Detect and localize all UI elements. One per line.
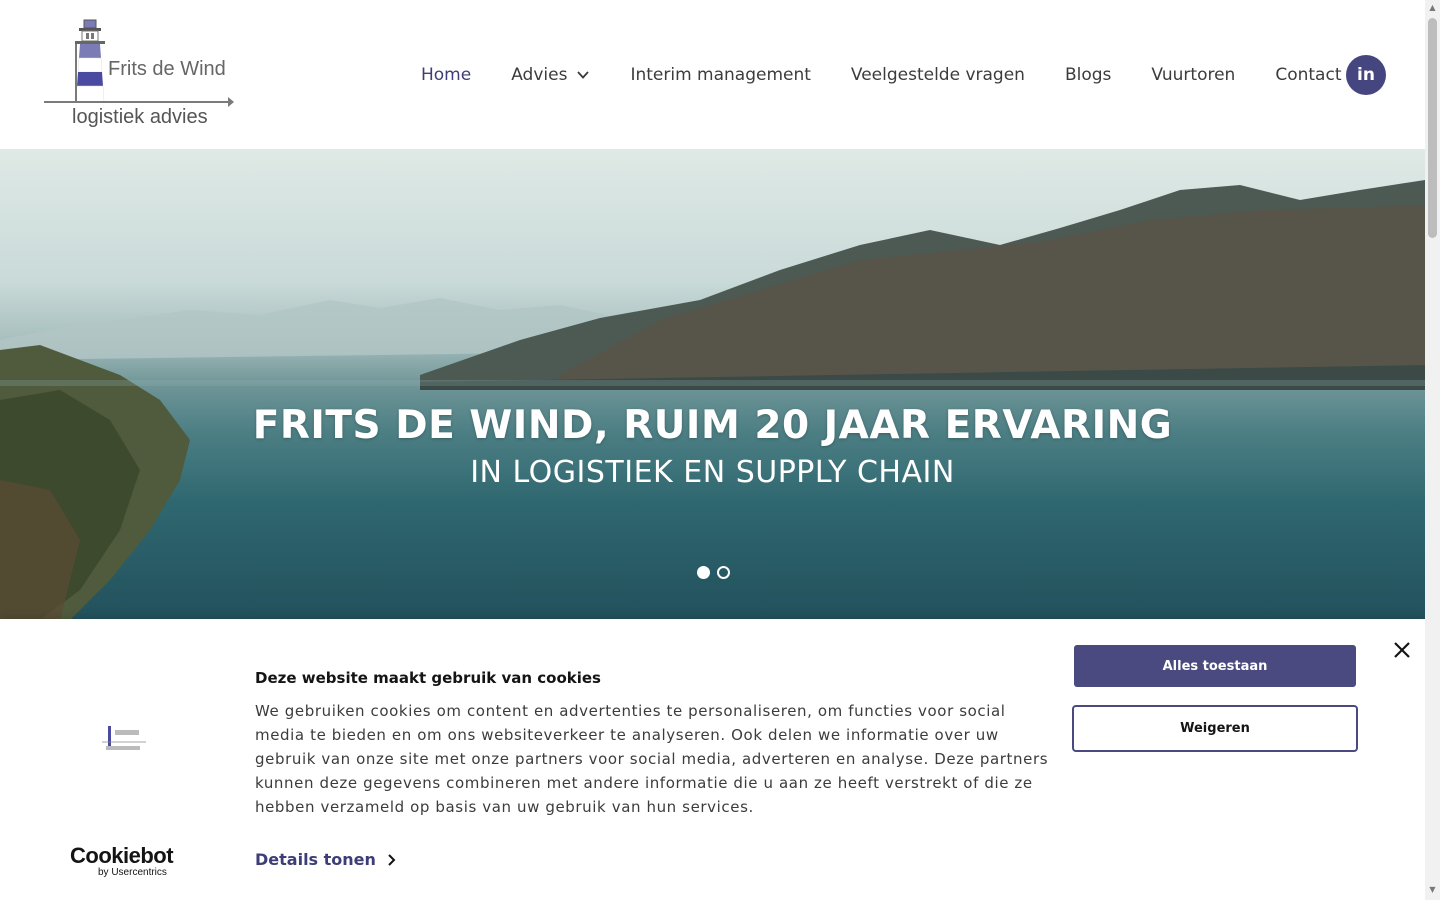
nav-advies-label: Advies xyxy=(511,65,568,85)
linkedin-button[interactable]: in xyxy=(1346,55,1386,95)
deny-button[interactable]: Weigeren xyxy=(1072,705,1358,752)
linkedin-icon: in xyxy=(1357,65,1375,85)
nav-home[interactable]: Home xyxy=(421,65,471,85)
scroll-thumb[interactable] xyxy=(1428,18,1437,238)
close-icon[interactable] xyxy=(1391,639,1413,661)
cookie-title: Deze website maakt gebruik van cookies xyxy=(255,669,601,687)
nav-interim-management[interactable]: Interim management xyxy=(630,65,810,85)
nav-blogs[interactable]: Blogs xyxy=(1065,65,1111,85)
nav-contact[interactable]: Contact xyxy=(1275,65,1341,85)
chevron-right-icon xyxy=(388,853,396,866)
nav-vuurtoren[interactable]: Vuurtoren xyxy=(1151,65,1235,85)
scroll-down-icon[interactable]: ▼ xyxy=(1428,885,1437,895)
site-logo[interactable]: Frits de Wind logistiek advies xyxy=(42,18,242,133)
hero-subtitle: IN LOGISTIEK EN SUPPLY CHAIN xyxy=(470,455,955,490)
site-header: Frits de Wind logistiek advies Home Advi… xyxy=(0,0,1425,150)
slider-dots xyxy=(697,566,730,579)
details-label: Details tonen xyxy=(255,850,376,869)
hero-landscape-image xyxy=(0,180,1425,620)
cookie-banner: Deze website maakt gebruik van cookies W… xyxy=(0,619,1425,900)
scroll-up-icon[interactable]: ▲ xyxy=(1428,3,1437,13)
nav-advies[interactable]: Advies xyxy=(511,65,590,85)
slider-dot-2[interactable] xyxy=(717,566,730,579)
logo-tagline: logistiek advies xyxy=(72,106,208,128)
chevron-down-icon xyxy=(577,71,590,79)
cookiebot-name: Cookiebot xyxy=(70,843,174,868)
hero-slider: FRITS DE WIND, RUIM 20 JAAR ERVARING IN … xyxy=(0,150,1425,620)
main-nav: Home Advies Interim management Veelgeste… xyxy=(421,62,1341,88)
logo-name: Frits de Wind xyxy=(108,58,226,80)
allow-all-button[interactable]: Alles toestaan xyxy=(1074,645,1356,687)
cookiebot-brand[interactable]: Cookiebot by Usercentrics xyxy=(70,843,174,879)
cookiebot-byline: by Usercentrics xyxy=(98,867,167,878)
cookie-description: We gebruiken cookies om content en adver… xyxy=(255,702,1049,816)
cookie-site-logo xyxy=(102,726,146,750)
nav-veelgestelde-vragen[interactable]: Veelgestelde vragen xyxy=(851,65,1025,85)
page-scrollbar[interactable]: ▲ ▼ xyxy=(1425,0,1440,900)
details-toggle[interactable]: Details tonen xyxy=(255,850,396,869)
hero-title: FRITS DE WIND, RUIM 20 JAAR ERVARING xyxy=(252,403,1173,448)
slider-dot-1[interactable] xyxy=(697,566,710,579)
